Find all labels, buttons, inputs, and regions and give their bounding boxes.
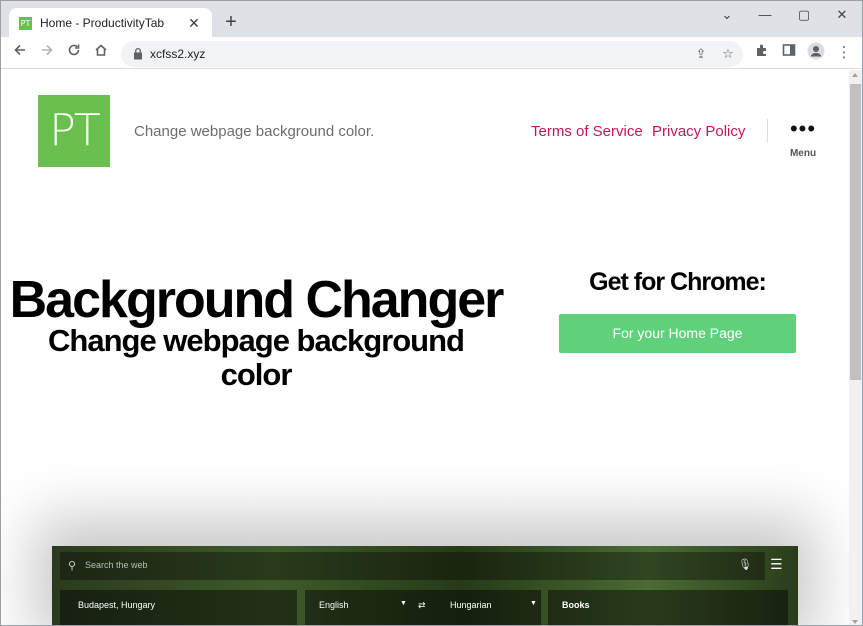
site-tagline: Change webpage background color. [134,123,375,140]
caret-down-icon: ▼ [400,600,407,607]
nav-divider [767,119,768,143]
scrollbar-thumb[interactable] [850,84,861,380]
reload-button[interactable] [63,42,85,64]
hero-subtitle: Change webpage background color [48,323,465,392]
bookmark-star-icon[interactable]: ☆ [718,44,738,64]
browser-window: PT Home - ProductivityTab ✕ + ⌄ — ▢ ✕ xc… [0,0,863,626]
preview-location: Budapest, Hungary [78,600,156,610]
share-icon[interactable]: ⇪ [691,44,711,64]
preview-lang-to: Hungarian [450,600,492,610]
menu-dots-icon: ••• [789,116,817,141]
extensions-icon[interactable] [751,42,773,64]
menu-button[interactable]: ••• Menu [781,116,825,164]
side-panel-icon[interactable] [778,42,800,64]
nav-link-terms-of-service[interactable]: Terms of Service [531,123,643,140]
caret-down-icon: ▼ [530,600,537,607]
favicon-icon: PT [19,16,32,30]
page-scrollbar[interactable] [849,70,862,625]
preview-search-bar: ⚲ Search the web 🎙 [60,552,765,580]
reload-icon [68,44,80,56]
preview-weather-panel: Budapest, Hungary [60,590,297,625]
swap-icon: ⇄ [418,600,426,610]
get-for-chrome-heading: Get for Chrome: [589,268,767,296]
tab-home[interactable]: PT Home - ProductivityTab ✕ [9,8,212,38]
browser-toolbar: xcfss2.xyz ⇪ ☆ ⋮ [1,37,862,69]
preview-books-panel: Books [548,590,788,625]
close-tab-icon[interactable]: ✕ [186,15,202,31]
url-text[interactable]: xcfss2.xyz [150,47,205,61]
maximize-button[interactable]: ▢ [792,6,816,24]
arrow-right-icon [42,44,53,56]
profile-avatar-icon[interactable] [805,42,827,64]
scroll-down-arrow-icon[interactable] [852,620,858,624]
preview-screenshot: ⚲ Search the web 🎙 ☰ Budapest, Hungary E… [52,546,798,625]
tab-title: Home - ProductivityTab [40,16,165,30]
back-button[interactable] [9,42,31,64]
nav-link-privacy-policy[interactable]: Privacy Policy [652,123,745,140]
search-icon: ⚲ [68,560,77,572]
preview-books-label: Books [562,600,590,610]
address-bar[interactable]: xcfss2.xyz ⇪ ☆ [121,41,743,67]
minimize-button[interactable]: — [753,6,777,24]
hamburger-menu-icon: ☰ [770,556,783,572]
page-content: PT Change webpage background color. Term… [1,70,849,625]
tab-strip: PT Home - ProductivityTab ✕ + ⌄ — ▢ ✕ [1,1,862,38]
site-logo[interactable]: PT [38,95,110,167]
scroll-up-arrow-icon[interactable] [852,73,858,77]
kebab-menu-icon[interactable]: ⋮ [833,42,855,64]
microphone-icon: 🎙 [738,559,752,571]
for-your-home-page-button[interactable]: For your Home Page [559,314,796,353]
preview-search-placeholder: Search the web [85,560,148,570]
preview-lang-from: English [319,600,349,610]
menu-label: Menu [789,148,817,159]
tab-search-icon[interactable]: ⌄ [715,6,739,24]
lock-icon[interactable] [133,47,143,60]
preview-translate-panel: English ▼ ⇄ Hungarian ▼ [305,590,541,625]
hero-title: Background Changer [9,271,505,329]
arrow-left-icon [14,44,25,56]
home-button[interactable] [90,42,112,64]
close-window-button[interactable]: ✕ [830,6,854,24]
new-tab-button[interactable]: + [221,12,241,33]
forward-button[interactable] [36,42,58,64]
home-icon [95,44,107,56]
